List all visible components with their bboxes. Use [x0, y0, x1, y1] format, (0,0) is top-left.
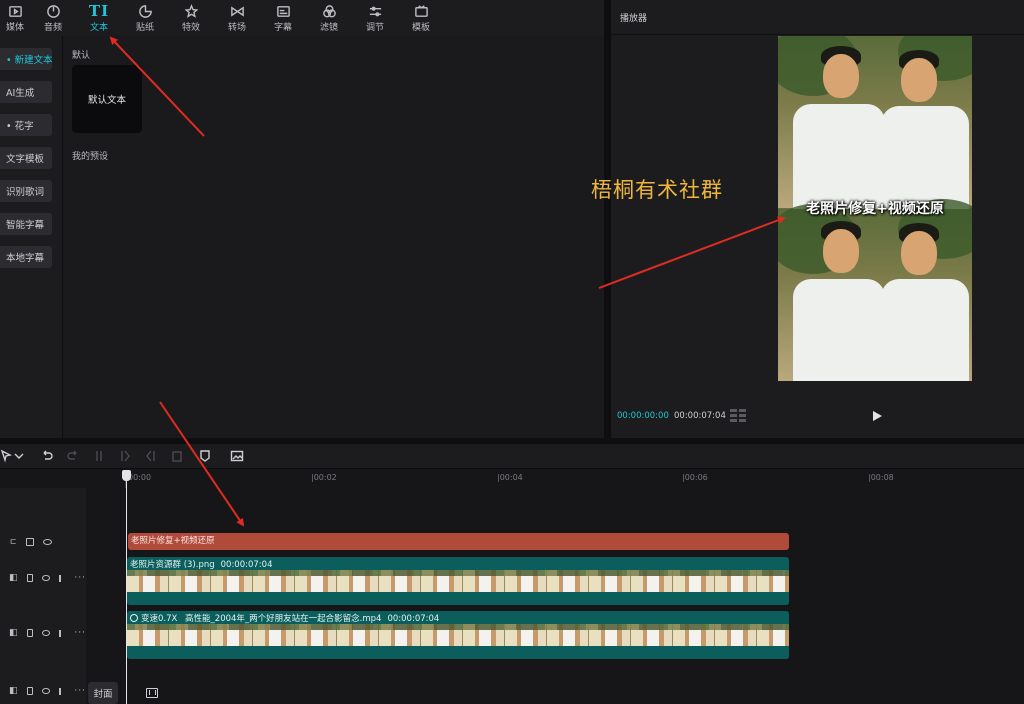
- lock-icon[interactable]: [26, 574, 34, 582]
- ruler-label: |00:02: [311, 473, 337, 482]
- clip-filename: 高性能_2004年_两个好朋友站在一起合影留念.mp4: [185, 614, 382, 624]
- ruler-label: |00:06: [682, 473, 708, 482]
- filter-icon: [322, 3, 337, 19]
- ruler-label: 00:00: [128, 473, 152, 482]
- sidebar-item-text-template[interactable]: 文字模板: [0, 147, 52, 169]
- image-track-header: ◧ ···: [0, 573, 86, 583]
- text-category-sidebar: • 新建文本 AI生成 • 花字 文字模板 识别歌词 智能字幕 本地字幕: [0, 36, 62, 438]
- lock-icon[interactable]: [26, 687, 34, 695]
- more-icon[interactable]: ···: [74, 628, 86, 638]
- tab-transition[interactable]: 转场: [214, 0, 260, 36]
- track-type-icon: ◧: [9, 686, 18, 696]
- play-icon[interactable]: [870, 409, 884, 423]
- tab-filter[interactable]: 滤镜: [306, 0, 352, 36]
- clip-duration: 00:00:07:04: [220, 560, 273, 570]
- chevron-down-icon[interactable]: [12, 449, 26, 463]
- section-default-label: 默认: [72, 51, 91, 61]
- sidebar-item-new-text[interactable]: • 新建文本: [0, 48, 53, 70]
- eye-icon[interactable]: [42, 575, 50, 581]
- total-time: 00:00:07:04: [674, 411, 726, 421]
- speaker-icon[interactable]: [58, 687, 66, 695]
- playhead[interactable]: [126, 472, 127, 704]
- sidebar-item-fancy-text[interactable]: • 花字: [0, 114, 52, 136]
- film-icon[interactable]: [146, 688, 158, 698]
- video-preview[interactable]: 老照片修复+视频还原: [778, 36, 972, 381]
- transition-icon: [230, 3, 245, 19]
- redo-icon[interactable]: [66, 449, 80, 463]
- current-time: 00:00:00:00: [617, 411, 669, 421]
- audio-track-header: ◧ ···: [0, 686, 86, 696]
- player-title: 播放器: [620, 14, 648, 24]
- marker-icon[interactable]: [198, 449, 212, 463]
- tab-text[interactable]: TI 文本: [76, 0, 122, 36]
- track-type-icon: ◧: [9, 628, 18, 638]
- trim-left-icon[interactable]: [118, 449, 132, 463]
- player-panel: 播放器 老照片修复+视频还原 00:00:00:00 00:00:07:04: [611, 0, 1024, 438]
- more-icon[interactable]: ···: [74, 573, 86, 583]
- tab-effects[interactable]: 特效: [168, 0, 214, 36]
- effects-icon: [184, 3, 199, 19]
- trim-right-icon[interactable]: [144, 449, 158, 463]
- eye-icon[interactable]: [42, 630, 50, 636]
- delete-icon[interactable]: [170, 449, 184, 463]
- track-type-icon: ㄷ: [9, 538, 18, 548]
- preview-caption-text[interactable]: 老照片修复+视频还原: [778, 198, 972, 218]
- tab-subtitle[interactable]: 字幕: [260, 0, 306, 36]
- tab-audio[interactable]: 音频: [30, 0, 76, 36]
- track-type-icon: ◧: [9, 573, 18, 583]
- clip-speed: 变速0.7X: [141, 614, 178, 624]
- subtitle-icon: [276, 3, 291, 19]
- speaker-icon[interactable]: [58, 574, 66, 582]
- adjust-icon: [368, 3, 383, 19]
- sticker-icon: [138, 3, 153, 19]
- tab-sticker[interactable]: 贴纸: [122, 0, 168, 36]
- timeline-panel: 00:00 |00:02 |00:04 |00:06 |00:08 ㄷ ◧ ··…: [0, 444, 1024, 704]
- undo-icon[interactable]: [40, 449, 54, 463]
- template-icon: [414, 3, 429, 19]
- tab-media[interactable]: 媒体: [0, 0, 30, 36]
- track-headers: ㄷ ◧ ··· ◧ ··· ◧ ···: [0, 488, 86, 704]
- timeline-toolbar: [0, 444, 1024, 469]
- eye-icon[interactable]: [42, 688, 50, 694]
- tab-adjust[interactable]: 调节: [352, 0, 398, 36]
- speed-icon: [130, 614, 138, 622]
- split-icon[interactable]: [92, 449, 106, 463]
- timeline-ruler[interactable]: 00:00 |00:02 |00:04 |00:06 |00:08: [120, 470, 1024, 488]
- text-asset-panel: 默认 默认文本 我的预设: [63, 36, 604, 438]
- grid-view-icon[interactable]: [730, 409, 746, 423]
- top-toolbar: 媒体 音频 TI 文本 贴纸 特效 转场 字幕 滤镜 调节 模板: [0, 0, 604, 36]
- ruler-label: |00:08: [868, 473, 894, 482]
- sidebar-item-smart-subtitle[interactable]: 智能字幕: [0, 213, 52, 235]
- text-clip[interactable]: 老照片修复+视频还原: [128, 533, 789, 550]
- player-divider: [611, 34, 1024, 35]
- media-icon: [8, 3, 23, 19]
- cover-button[interactable]: 封面: [88, 682, 118, 704]
- sidebar-item-local-subtitle[interactable]: 本地字幕: [0, 246, 52, 268]
- section-presets-label: 我的预设: [72, 152, 109, 162]
- tab-template[interactable]: 模板: [398, 0, 444, 36]
- lock-icon[interactable]: [26, 629, 34, 637]
- sidebar-item-lyrics[interactable]: 识别歌词: [0, 180, 52, 202]
- text-track-header: ㄷ: [0, 535, 86, 548]
- photo-bottom: [778, 199, 972, 381]
- sidebar-item-ai-generate[interactable]: AI生成: [0, 81, 52, 103]
- lock-icon[interactable]: [26, 537, 35, 546]
- eye-icon[interactable]: [43, 538, 53, 545]
- clip-filename: 老照片资源群 (3).png: [130, 560, 215, 570]
- more-icon[interactable]: ···: [74, 686, 86, 696]
- audio-icon: [46, 3, 61, 19]
- clip-label: 老照片资源群 (3).png 00:00:07:04: [130, 558, 272, 570]
- video-clip[interactable]: 变速0.7X 高性能_2004年_两个好朋友站在一起合影留念.mp4 00:00:…: [127, 611, 789, 659]
- photo-top: [778, 36, 972, 216]
- freeze-frame-icon[interactable]: [230, 449, 244, 463]
- default-text-tile[interactable]: 默认文本: [72, 65, 142, 133]
- speaker-icon[interactable]: [58, 629, 66, 637]
- watermark-text: 梧桐有术社群: [591, 178, 723, 202]
- video-track-header: ◧ ···: [0, 628, 86, 638]
- ruler-label: |00:04: [497, 473, 523, 482]
- clip-duration: 00:00:07:04: [387, 614, 440, 624]
- text-icon: TI: [88, 2, 110, 20]
- image-clip[interactable]: 老照片资源群 (3).png 00:00:07:04: [127, 557, 789, 605]
- clip-label: 变速0.7X 高性能_2004年_两个好朋友站在一起合影留念.mp4 00:00:…: [130, 612, 439, 624]
